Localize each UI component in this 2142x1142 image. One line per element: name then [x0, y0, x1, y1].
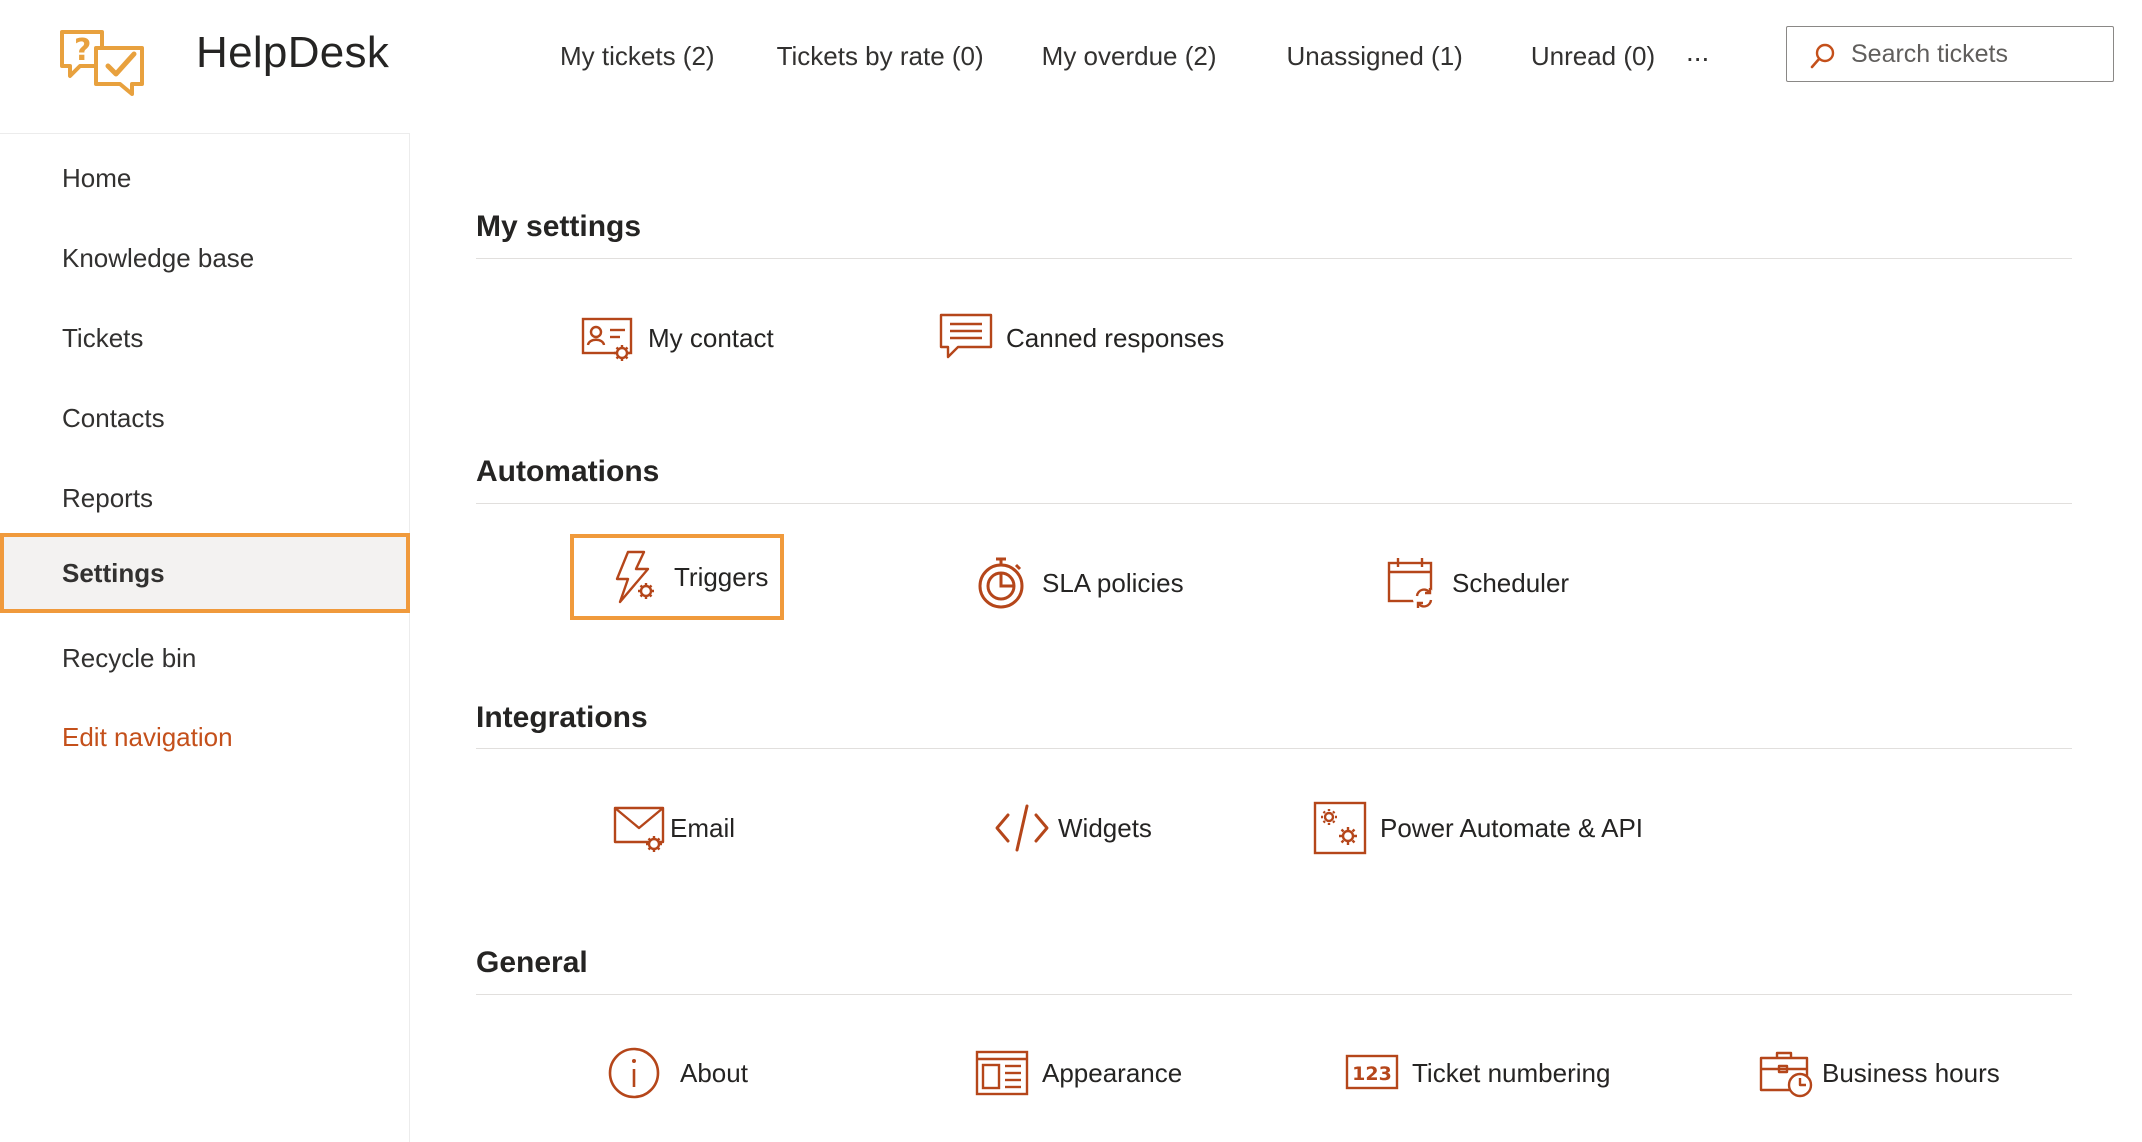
section-divider — [476, 748, 2072, 749]
tile-label: Widgets — [1058, 812, 1152, 843]
tile-widgets[interactable]: Widgets — [994, 800, 1152, 856]
briefcase-clock-icon — [1758, 1045, 1814, 1101]
sidebar-item-home[interactable]: Home — [0, 138, 410, 218]
topnav-my-overdue[interactable]: My overdue (2) — [1042, 41, 1217, 72]
section-title-my-settings: My settings — [476, 210, 642, 243]
section-divider — [476, 503, 2072, 504]
tile-my-contact[interactable]: My contact — [580, 310, 774, 366]
topnav-unassigned[interactable]: Unassigned (1) — [1287, 41, 1463, 72]
tile-ticket-numbering[interactable]: 123 Ticket numbering — [1344, 1045, 1610, 1101]
tile-label: Appearance — [1042, 1057, 1183, 1088]
tile-label: Triggers — [674, 561, 769, 592]
helpdesk-logo-icon[interactable]: ? — [58, 26, 146, 96]
topnav-my-tickets[interactable]: My tickets (2) — [560, 41, 715, 72]
envelope-gear-icon — [612, 800, 668, 856]
svg-text:123: 123 — [1352, 1063, 1392, 1085]
section-title-automations: Automations — [476, 455, 660, 488]
section-title-integrations: Integrations — [476, 701, 648, 734]
sidebar-item-knowledge-base[interactable]: Knowledge base — [0, 218, 410, 298]
code-brackets-icon — [994, 800, 1050, 856]
section-divider — [476, 994, 2072, 995]
tile-label: Email — [670, 812, 736, 843]
layout-panels-icon — [974, 1045, 1030, 1101]
tile-label: My contact — [648, 322, 774, 353]
section-title-general: General — [476, 946, 588, 979]
tile-label: About — [680, 1057, 748, 1088]
numbers-123-icon: 123 — [1344, 1045, 1400, 1101]
sidebar-item-settings[interactable]: Settings — [0, 533, 410, 613]
sidebar-item-contacts[interactable]: Contacts — [0, 378, 410, 458]
tile-business-hours[interactable]: Business hours — [1758, 1045, 2000, 1101]
topnav-tickets-by-rate[interactable]: Tickets by rate (0) — [777, 41, 984, 72]
sidebar-item-reports[interactable]: Reports — [0, 458, 410, 538]
sidebar: Home Knowledge base Tickets Contacts Rep… — [0, 133, 410, 1142]
stopwatch-icon — [974, 555, 1030, 611]
search-input[interactable] — [1851, 35, 2101, 73]
tile-about[interactable]: About — [606, 1045, 748, 1101]
tile-label: Business hours — [1822, 1057, 2000, 1088]
svg-text:?: ? — [74, 33, 91, 68]
app-title: HelpDesk — [196, 28, 390, 77]
tile-label: Scheduler — [1452, 567, 1570, 598]
topnav-more-button[interactable]: ... — [1686, 36, 1709, 68]
tile-power-automate-api[interactable]: Power Automate & API — [1312, 800, 1643, 856]
search-box[interactable] — [1786, 26, 2114, 82]
calendar-refresh-icon — [1384, 555, 1440, 611]
topnav-unread[interactable]: Unread (0) — [1531, 41, 1655, 72]
gears-window-icon — [1312, 800, 1368, 856]
search-icon — [1810, 43, 1835, 69]
sidebar-item-tickets[interactable]: Tickets — [0, 298, 410, 378]
tile-label: Power Automate & API — [1380, 812, 1644, 843]
tile-label: Ticket numbering — [1412, 1057, 1611, 1088]
tile-email[interactable]: Email — [612, 800, 735, 856]
top-navigation: My tickets (2) Tickets by rate (0) My ov… — [560, 41, 1655, 72]
tile-canned-responses[interactable]: Canned responses — [938, 310, 1224, 366]
info-circle-icon — [606, 1045, 662, 1101]
chat-lines-icon — [938, 310, 994, 366]
tile-sla-policies[interactable]: SLA policies — [974, 555, 1184, 611]
contact-card-gear-icon — [580, 310, 636, 366]
lightning-gear-icon — [606, 549, 662, 605]
tile-label: Canned responses — [1006, 322, 1225, 353]
edit-navigation-link[interactable]: Edit navigation — [0, 697, 410, 777]
section-divider — [476, 258, 2072, 259]
tile-scheduler[interactable]: Scheduler — [1384, 555, 1569, 611]
tile-label: SLA policies — [1042, 567, 1184, 598]
tile-triggers[interactable]: Triggers — [570, 534, 784, 620]
sidebar-item-recycle-bin[interactable]: Recycle bin — [0, 618, 410, 698]
tile-appearance[interactable]: Appearance — [974, 1045, 1182, 1101]
